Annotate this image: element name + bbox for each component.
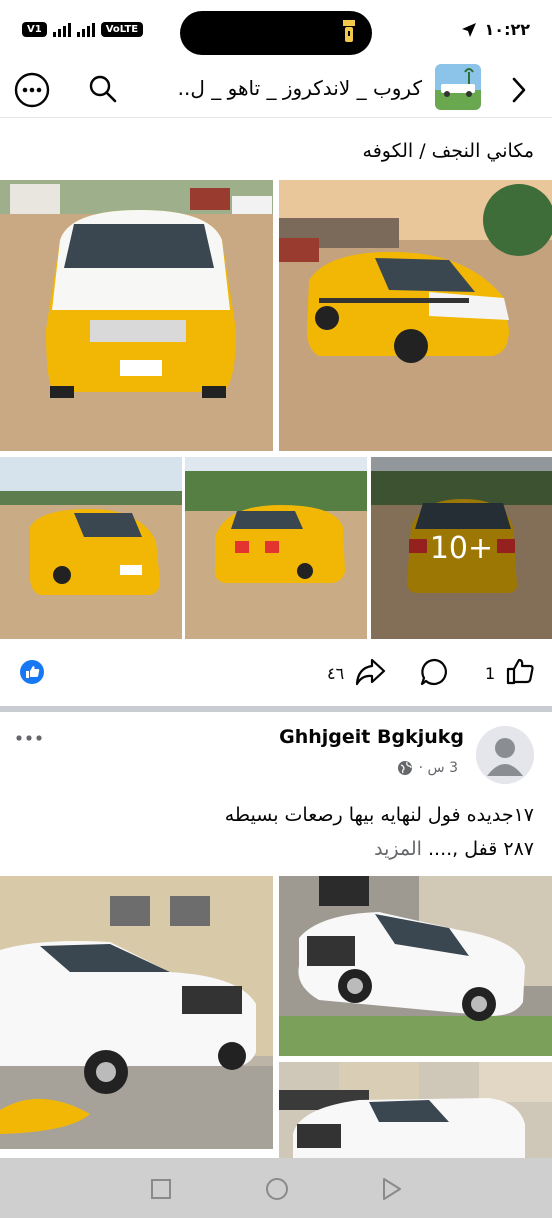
more-photos-overlay[interactable]: 10+ [371,457,552,639]
like-count: 1 [485,664,496,683]
post-photo[interactable] [0,457,182,639]
post-photo[interactable] [279,180,552,451]
location-arrow-icon [461,22,476,37]
post-photo-more[interactable]: 10+ [371,457,552,639]
status-bar: V1 VoLTE ١٠:٢٢ [0,0,552,62]
post-separator [0,706,552,712]
status-left: V1 VoLTE [22,22,144,37]
clock: ١٠:٢٢ [484,20,530,39]
more-options-icon[interactable] [14,72,50,108]
globe-icon [397,761,412,775]
post-location-text: مكاني النجف / الكوفه [362,140,534,162]
like-icon[interactable] [505,656,535,686]
comment-icon[interactable] [420,657,450,687]
like-reaction-icon[interactable] [20,660,44,684]
share-icon[interactable] [354,657,386,687]
status-right: ١٠:٢٢ [461,20,530,39]
post-menu-icon[interactable] [14,733,46,743]
post-photo[interactable] [0,180,273,451]
post-actions-bar: ٤٦ 1 [0,640,552,706]
search-icon[interactable] [88,74,118,104]
post-body-text: ٢٨٧ قفل ,.... [428,838,534,860]
chevron-right-icon[interactable] [508,76,530,104]
see-more-link[interactable]: المزيد [374,838,422,860]
post-photo[interactable] [185,457,367,639]
carrier-badge: V1 [22,22,47,37]
flashlight-icon [343,20,355,42]
author-avatar[interactable] [476,726,534,784]
signal-icon [52,22,71,37]
back-button[interactable] [380,1176,404,1202]
post-meta: 3 س · [397,760,458,776]
post-author-name[interactable]: Ghhjgeit Bgkjukg [279,726,464,748]
group-thumbnail[interactable] [435,64,481,110]
signal-2-icon [76,22,95,37]
post-body-line-2: ٢٨٧ قفل ,.... المزيد [374,838,534,860]
volte-badge: VoLTE [100,22,144,37]
group-title[interactable]: كروب _ لاندكروز _ تاهو _ ل.. [178,76,422,100]
home-button[interactable] [264,1176,290,1202]
share-count: ٤٦ [327,664,345,683]
post-photo[interactable] [279,876,552,1056]
post-body-line-1: ١٧جديده فول لنهايه بيها رصعات بسيطه [224,804,534,826]
post-photo[interactable] [279,1062,552,1158]
recents-button[interactable] [150,1178,172,1200]
post-time[interactable]: 3 س · [419,760,458,776]
system-nav-bar [0,1158,552,1218]
post-photo[interactable] [0,876,273,1149]
